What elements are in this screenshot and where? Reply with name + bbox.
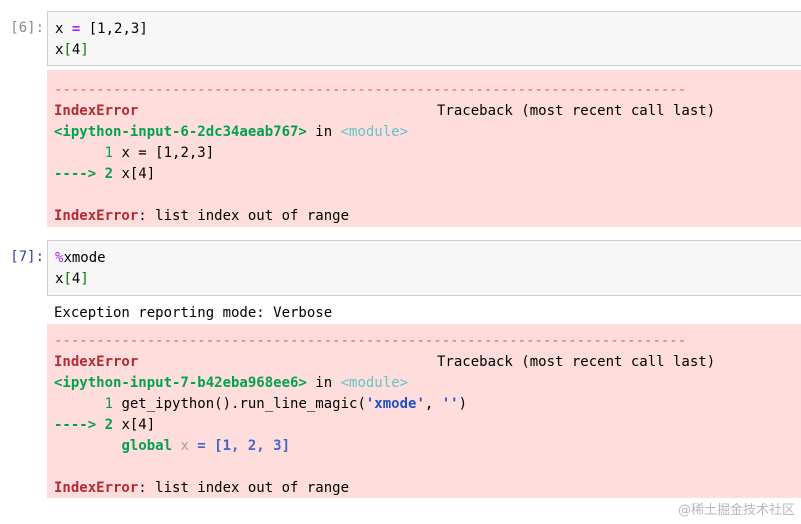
cell-7-code-line-1: %xmode <box>55 250 106 266</box>
traceback-file: <ipython-input-7-b42eba968ee6> in <modul… <box>54 375 409 391</box>
traceback-file: <ipython-input-6-2dc34aeab767> in <modul… <box>54 124 409 140</box>
traceback-line-2: ----> 2 x[4] <box>54 417 156 433</box>
cell-6-code-line-1: x = [1,2,3] <box>55 21 148 37</box>
error-message: IndexError: list index out of range <box>54 480 350 496</box>
traceback-dashes: ----------------------------------------… <box>54 82 687 98</box>
cell-7-input[interactable]: %xmode x[4] <box>47 240 801 296</box>
traceback-header: IndexError Traceback (most recent call la… <box>54 354 716 370</box>
cell-6-error-output: ----------------------------------------… <box>47 70 801 227</box>
cell-7-stdout: Exception reporting mode: Verbose <box>54 305 333 321</box>
traceback-header: IndexError Traceback (most recent call la… <box>54 103 716 119</box>
cell-7-prompt: [7]: <box>10 249 44 265</box>
traceback-line-1: 1 get_ipython().run_line_magic('xmode', … <box>54 396 468 412</box>
watermark: @稀土掘金技术社区 <box>677 503 795 518</box>
cell-6-prompt: [6]: <box>10 20 44 36</box>
cell-6-input[interactable]: x = [1,2,3] x[4] <box>47 11 801 66</box>
error-message: IndexError: list index out of range <box>54 208 350 224</box>
traceback-line-2: ----> 2 x[4] <box>54 166 156 182</box>
traceback-dashes: ----------------------------------------… <box>54 333 687 349</box>
cell-7-error-output: ----------------------------------------… <box>47 324 801 498</box>
traceback-line-1: 1 x = [1,2,3] <box>54 145 215 161</box>
cell-6-code-line-2: x[4] <box>55 42 89 58</box>
cell-7-code-line-2: x[4] <box>55 271 89 287</box>
traceback-globals: global x = [1, 2, 3] <box>121 438 291 454</box>
